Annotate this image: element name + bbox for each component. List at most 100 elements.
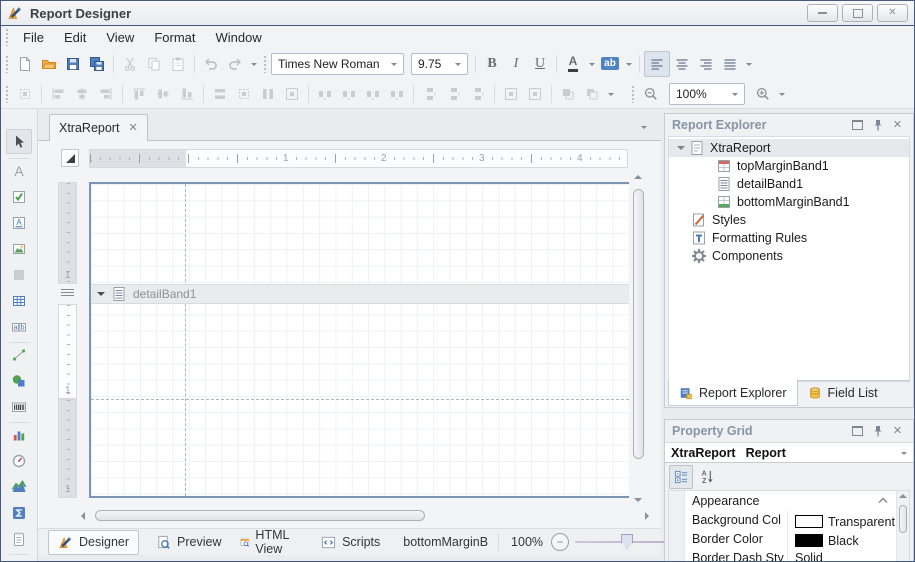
align-center-button[interactable] bbox=[670, 52, 694, 76]
scripts-view-button[interactable]: Scripts bbox=[312, 531, 389, 554]
menu-view[interactable]: View bbox=[96, 28, 144, 47]
format-toolbar-grip[interactable] bbox=[263, 54, 268, 73]
detail-band-header[interactable]: detailBand1 bbox=[91, 284, 629, 304]
panel-maximize-icon[interactable] bbox=[849, 118, 866, 133]
zoom-in-button[interactable] bbox=[751, 82, 775, 106]
toolbox-panel-tool[interactable] bbox=[11, 267, 27, 283]
scroll-right-icon[interactable] bbox=[645, 512, 649, 520]
redo-button[interactable] bbox=[223, 52, 247, 76]
tree-item-xtrareport[interactable]: XtraReport bbox=[669, 139, 909, 157]
make-same-size-icon[interactable] bbox=[280, 82, 304, 106]
horizontal-scrollbar[interactable] bbox=[79, 508, 651, 524]
vertical-scroll-thumb[interactable] bbox=[633, 189, 644, 459]
document-tab-xtrareport[interactable]: XtraReport ✕ bbox=[49, 114, 148, 141]
vertical-scrollbar[interactable] bbox=[629, 169, 649, 508]
document-tab-close-icon[interactable]: ✕ bbox=[128, 122, 137, 134]
toolbox-sparkline-tool[interactable] bbox=[11, 479, 27, 495]
zoom-out-button[interactable] bbox=[639, 82, 663, 106]
tab-list-dropdown-icon[interactable] bbox=[641, 126, 647, 132]
toolbox-gauge-tool[interactable] bbox=[11, 453, 27, 469]
format-overflow-dropdown[interactable] bbox=[742, 52, 755, 76]
remove-horizontal-spacing-icon[interactable] bbox=[385, 82, 409, 106]
minimize-button[interactable] bbox=[807, 4, 838, 22]
align-bottoms-icon[interactable] bbox=[175, 82, 199, 106]
highlight-dropdown[interactable] bbox=[622, 52, 635, 76]
zoom-toolbar-grip[interactable] bbox=[631, 84, 636, 103]
menu-window[interactable]: Window bbox=[205, 28, 271, 47]
menu-format[interactable]: Format bbox=[144, 28, 205, 47]
toolbox-pivotgrid-tool[interactable] bbox=[11, 505, 27, 521]
menu-file[interactable]: File bbox=[13, 28, 54, 47]
menu-edit[interactable]: Edit bbox=[54, 28, 96, 47]
html-view-button[interactable]: HTML View bbox=[231, 528, 305, 556]
align-right-button[interactable] bbox=[694, 52, 718, 76]
bring-to-front-icon[interactable] bbox=[556, 82, 580, 106]
cut-button[interactable] bbox=[118, 52, 142, 76]
undo-button[interactable] bbox=[199, 52, 223, 76]
paste-button[interactable] bbox=[166, 52, 190, 76]
tree-item-topmarginband[interactable]: topMarginBand1 bbox=[669, 157, 909, 175]
alphabetical-sort-button[interactable]: AZ bbox=[696, 466, 718, 488]
save-all-button[interactable] bbox=[85, 52, 109, 76]
tree-expand-caret-icon[interactable] bbox=[677, 146, 685, 154]
propgrid-scrollbar[interactable] bbox=[896, 491, 909, 561]
toolbox-barcode-tool[interactable] bbox=[11, 399, 27, 415]
open-button[interactable] bbox=[37, 52, 61, 76]
toolbox-label-tool[interactable]: A bbox=[11, 163, 27, 179]
property-row-background-color[interactable]: Background Col Transparent bbox=[669, 511, 896, 531]
make-same-height-icon[interactable] bbox=[256, 82, 280, 106]
align-middles-icon[interactable] bbox=[151, 82, 175, 106]
decrease-vertical-spacing-icon[interactable] bbox=[466, 82, 490, 106]
category-row-appearance[interactable]: Appearance bbox=[669, 491, 896, 512]
zoom-slider-minus-button[interactable]: − bbox=[551, 533, 570, 551]
align-rights-icon[interactable] bbox=[94, 82, 118, 106]
categorized-view-button[interactable] bbox=[669, 464, 693, 489]
font-name-combo[interactable]: Times New Roman bbox=[271, 52, 404, 75]
align-lefts-icon[interactable] bbox=[46, 82, 70, 106]
italic-button[interactable]: I bbox=[504, 52, 528, 76]
tree-item-formatting-rules[interactable]: Formatting Rules bbox=[669, 229, 909, 247]
toolbox-character-comb-tool[interactable]: ab bbox=[11, 319, 27, 335]
propgrid-scroll-thumb[interactable] bbox=[899, 505, 907, 533]
toolbox-table-tool[interactable] bbox=[11, 293, 27, 309]
make-same-width-icon[interactable] bbox=[208, 82, 232, 106]
property-row-border-dash-style[interactable]: Border Dash Sty Solid bbox=[669, 549, 896, 561]
toolbox-line-tool[interactable] bbox=[11, 347, 27, 363]
align-to-grid-icon[interactable] bbox=[13, 82, 37, 106]
band-resize-grip[interactable] bbox=[61, 289, 74, 298]
horizontal-scroll-thumb[interactable] bbox=[95, 510, 425, 521]
increase-horizontal-spacing-icon[interactable] bbox=[337, 82, 361, 106]
scroll-left-icon[interactable] bbox=[81, 512, 85, 520]
save-button[interactable] bbox=[61, 52, 85, 76]
toolbar-grip[interactable] bbox=[5, 54, 10, 73]
new-report-button[interactable] bbox=[13, 52, 37, 76]
scroll-up-icon[interactable] bbox=[634, 175, 642, 179]
tree-item-detailband[interactable]: detailBand1 bbox=[669, 175, 909, 193]
font-size-combo[interactable]: 9.75 bbox=[411, 52, 468, 75]
property-row-border-color[interactable]: Border Color Black bbox=[669, 530, 896, 550]
vertical-spacing-equal-icon[interactable] bbox=[418, 82, 442, 106]
bold-button[interactable]: B bbox=[480, 52, 504, 76]
highlight-button[interactable]: ab bbox=[598, 52, 622, 76]
scroll-down-icon[interactable] bbox=[634, 498, 642, 502]
zoom-combo[interactable]: 100% bbox=[669, 82, 745, 105]
toolbox-picturebox-tool[interactable] bbox=[11, 241, 27, 257]
propgrid-close-icon[interactable]: ✕ bbox=[889, 424, 906, 439]
toolbox-richtext-tool[interactable]: A bbox=[11, 215, 27, 231]
zoom-overflow-dropdown[interactable] bbox=[775, 82, 788, 106]
tree-item-styles[interactable]: Styles bbox=[669, 211, 909, 229]
ruler-corner-button[interactable] bbox=[61, 149, 79, 167]
center-vertically-icon[interactable] bbox=[523, 82, 547, 106]
tree-item-components[interactable]: Components bbox=[669, 247, 909, 265]
font-color-button[interactable]: A bbox=[561, 52, 585, 76]
decrease-horizontal-spacing-icon[interactable] bbox=[361, 82, 385, 106]
align-tops-icon[interactable] bbox=[127, 82, 151, 106]
toolbox-checkbox-tool[interactable] bbox=[11, 189, 27, 205]
increase-vertical-spacing-icon[interactable] bbox=[442, 82, 466, 106]
send-to-back-icon[interactable] bbox=[580, 82, 604, 106]
object-selector-combo[interactable]: XtraReport Report bbox=[665, 442, 913, 463]
propgrid-maximize-icon[interactable] bbox=[849, 424, 866, 439]
toolbox-chart-tool[interactable] bbox=[11, 427, 27, 443]
horizontal-spacing-equal-icon[interactable] bbox=[313, 82, 337, 106]
center-horizontally-icon[interactable] bbox=[499, 82, 523, 106]
